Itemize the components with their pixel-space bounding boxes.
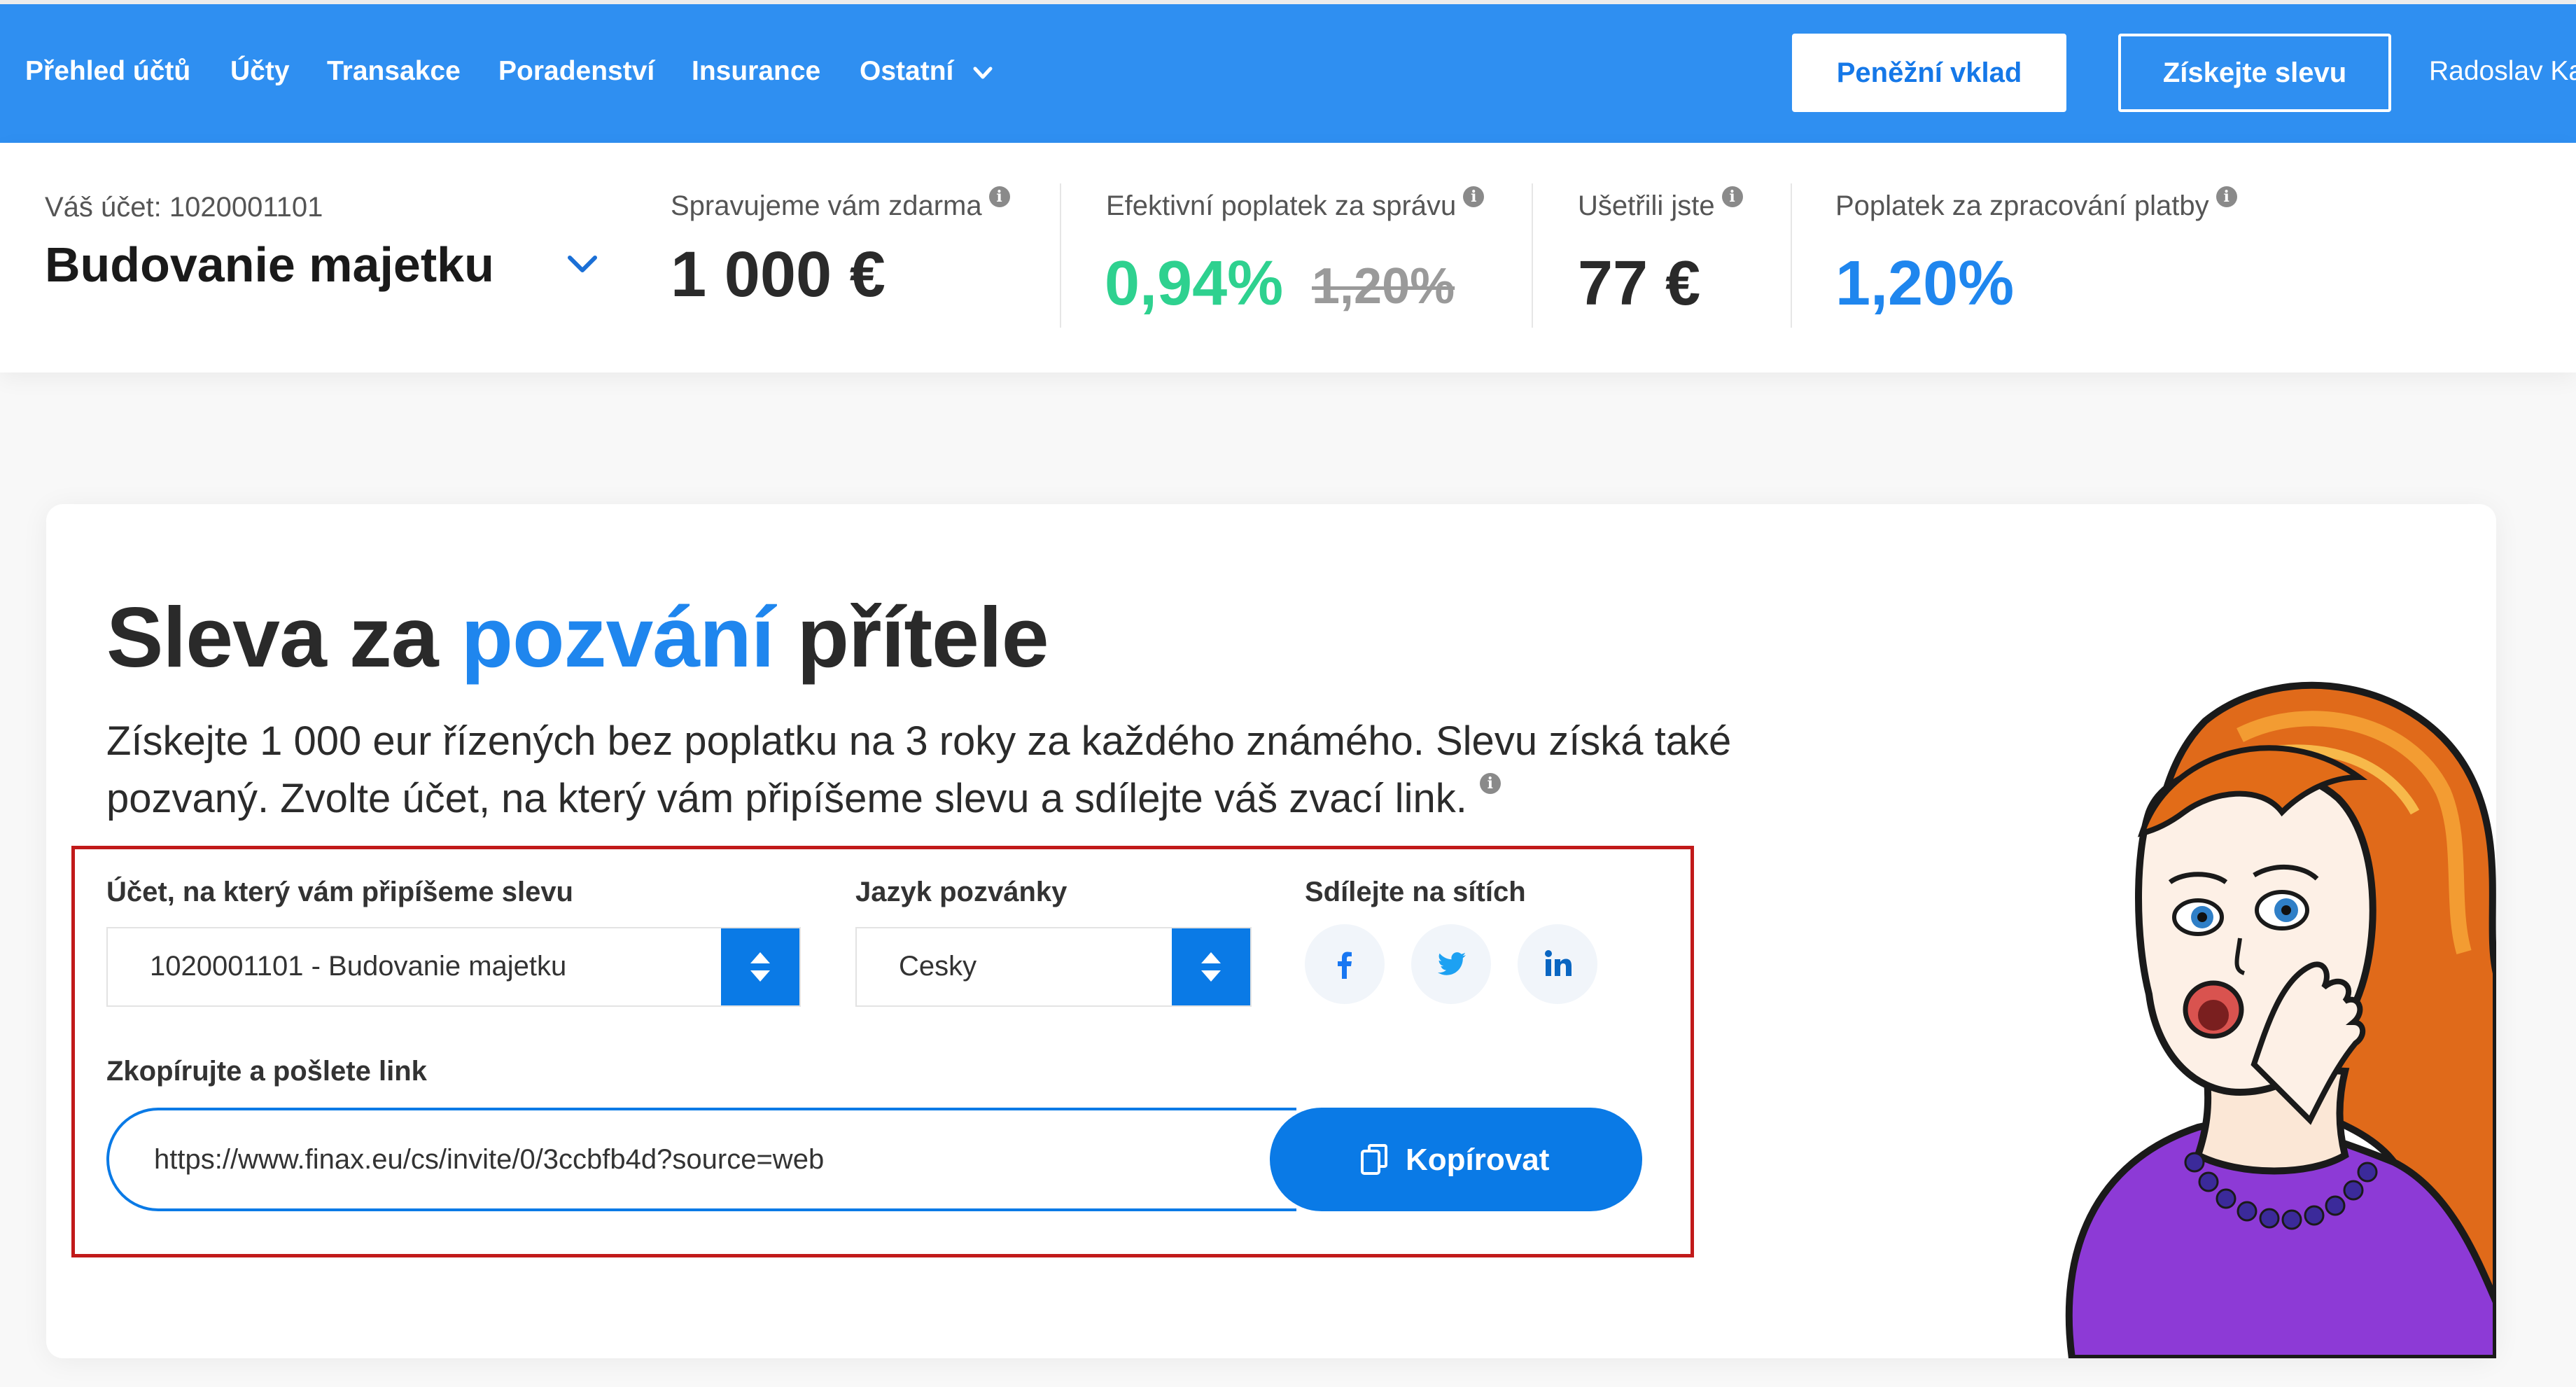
account-select-label: Účet, na který vám připíšeme slevu — [106, 877, 573, 907]
promo-description: Získejte 1 000 eur řízených bez poplatku… — [106, 713, 1898, 828]
title-highlight: pozvání — [461, 590, 774, 685]
top-navbar: Přehled účtů Účty Transakce Poradenství … — [0, 0, 2576, 143]
original-fee-value: 1,20% — [1312, 258, 1455, 314]
select-arrows-icon — [1172, 928, 1250, 1005]
managed-free-label: Spravujeme vám zdarma i — [671, 186, 1010, 222]
saved-label-text: Ušetřili jste — [1578, 190, 1715, 221]
divider — [1532, 183, 1533, 328]
share-label: Sdílejte na sítích — [1305, 877, 1526, 907]
share-twitter-button[interactable] — [1411, 924, 1491, 1004]
copy-button[interactable]: Kopírovat — [1270, 1108, 1642, 1211]
account-select-value: 1020001101 - Budovanie majetku — [150, 951, 567, 982]
share-linkedin-button[interactable] — [1518, 924, 1597, 1004]
nav-item-other[interactable]: Ostatní — [860, 55, 999, 88]
effective-fee-label: Efektivní poplatek za správu i — [1106, 186, 1485, 222]
processing-fee-label-text: Poplatek za zpracování platby — [1835, 190, 2209, 221]
select-arrows-icon — [721, 928, 799, 1005]
managed-free-value: 1 000 € — [671, 239, 886, 310]
linkedin-icon — [1545, 950, 1572, 976]
nav-item-other-label: Ostatní — [860, 56, 954, 86]
saved-label: Ušetřili jste i — [1578, 186, 1743, 222]
processing-fee-label: Poplatek za zpracování platby i — [1835, 186, 2237, 222]
title-part-1: Sleva za — [106, 590, 461, 685]
copy-link-label: Zkopírujte a pošlete link — [106, 1056, 427, 1087]
divider — [1791, 183, 1792, 328]
info-icon[interactable]: i — [1721, 186, 1743, 207]
info-icon[interactable]: i — [2216, 186, 2237, 207]
divider — [1060, 183, 1061, 328]
info-icon[interactable]: i — [1463, 186, 1485, 207]
copy-icon — [1361, 1144, 1387, 1175]
account-selector[interactable]: Budovanie majetku — [45, 237, 612, 293]
account-select[interactable]: 1020001101 - Budovanie majetku — [106, 927, 801, 1007]
language-select-value: Cesky — [899, 951, 977, 982]
account-label: Váš účet: 1020001101 — [45, 192, 323, 223]
info-icon[interactable]: i — [988, 186, 1010, 207]
nav-item-accounts[interactable]: Účty — [230, 55, 290, 88]
get-discount-button[interactable]: Získejte slevu — [2118, 34, 2391, 112]
effective-fee-label-text: Efektivní poplatek za správu — [1106, 190, 1457, 221]
processing-fee-value: 1,20% — [1835, 249, 2015, 319]
title-part-2: přítele — [774, 590, 1049, 685]
language-select[interactable]: Cesky — [855, 927, 1252, 1007]
twitter-icon — [1438, 952, 1466, 975]
info-icon[interactable]: i — [1479, 773, 1501, 794]
nav-item-insurance[interactable]: Insurance — [692, 55, 820, 88]
saved-value: 77 € — [1578, 249, 1701, 319]
user-menu[interactable]: Radoslav Ka — [2429, 56, 2576, 87]
copy-button-label: Kopírovat — [1406, 1143, 1550, 1177]
promo-description-text: Získejte 1 000 eur řízených bez poplatku… — [106, 718, 1732, 821]
chevron-down-icon — [568, 256, 597, 272]
woman-illustration — [2065, 681, 2496, 1358]
invite-link-field[interactable]: https://www.finax.eu/cs/invite/0/3ccbfb4… — [106, 1108, 1296, 1211]
page: Přehled účtů Účty Transakce Poradenství … — [0, 0, 2576, 1387]
nav-item-accounts-overview[interactable]: Přehled účtů — [25, 55, 190, 88]
account-name: Budovanie majetku — [45, 237, 494, 292]
language-select-label: Jazyk pozvánky — [855, 877, 1068, 907]
nav-item-advisory[interactable]: Poradenství — [498, 55, 654, 88]
invite-link-value: https://www.finax.eu/cs/invite/0/3ccbfb4… — [154, 1144, 825, 1175]
managed-free-label-text: Spravujeme vám zdarma — [671, 190, 982, 221]
facebook-icon — [1338, 952, 1352, 979]
share-facebook-button[interactable] — [1305, 924, 1385, 1004]
effective-fee-value: 0,94% — [1105, 249, 1284, 319]
page-title: Sleva za pozvání přítele — [106, 588, 1049, 686]
deposit-button[interactable]: Peněžní vklad — [1792, 34, 2066, 112]
browser-edge — [0, 0, 2576, 4]
chevron-down-icon — [973, 67, 993, 79]
nav-item-transactions[interactable]: Transakce — [327, 55, 461, 88]
